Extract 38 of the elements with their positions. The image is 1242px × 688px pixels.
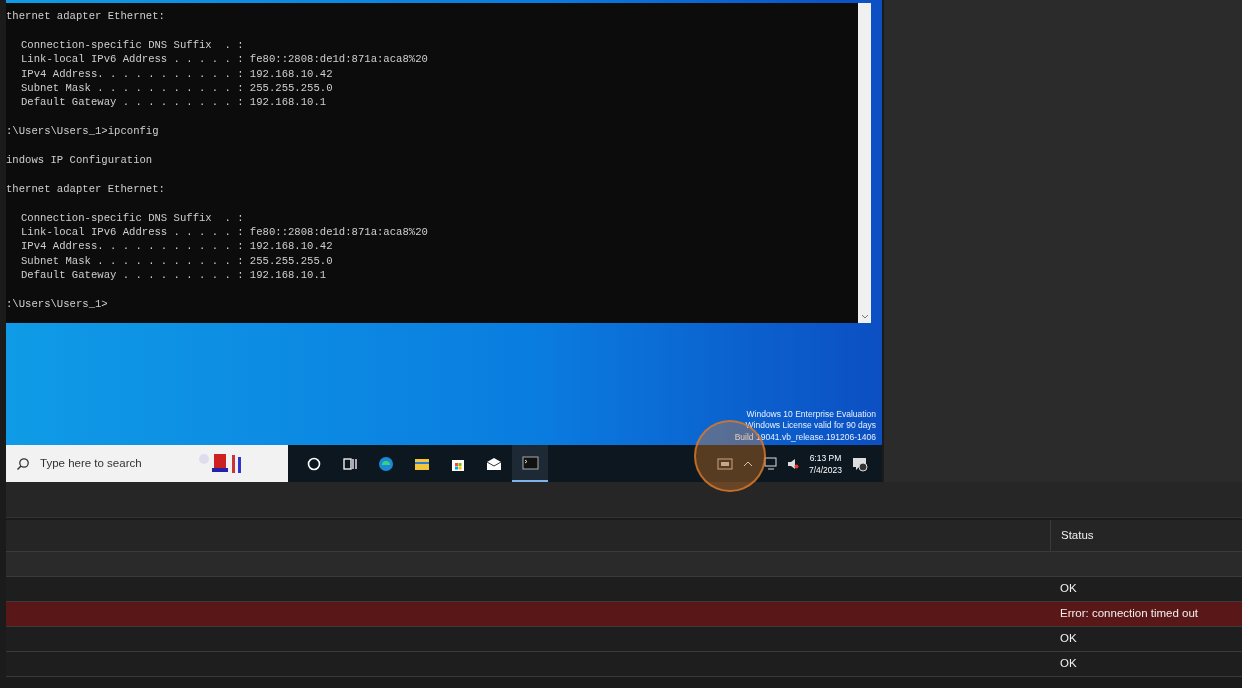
browser-icon bbox=[377, 455, 395, 472]
status-cell-text: OK bbox=[1059, 631, 1078, 647]
console-line: Default Gateway . . . . . . . . . : 192.168.10.1 bbox=[21, 95, 327, 110]
task-view-icon bbox=[341, 455, 359, 472]
network-icon[interactable] bbox=[762, 457, 777, 470]
console-line: :\Users\Users_1> bbox=[6, 297, 108, 312]
console-line: thernet adapter Ethernet: bbox=[6, 181, 165, 197]
circle-icon bbox=[305, 455, 323, 472]
watermark-text: Windows License valid for 90 days bbox=[745, 420, 876, 432]
watermark-text: Windows 10 Enterprise Evaluation bbox=[746, 408, 876, 420]
taskbar-app-button[interactable] bbox=[512, 445, 548, 482]
speaker-icon[interactable] bbox=[786, 457, 799, 470]
console-line: :\Users\Users_1>ipconfig bbox=[6, 124, 159, 139]
console-line: Subnet Mask . . . . . . . . . . . : 255.255.255.0 bbox=[21, 81, 333, 96]
status-cell-text: OK bbox=[1059, 581, 1078, 597]
console-line: Subnet Mask . . . . . . . . . . . : 255.255.255.0 bbox=[21, 253, 333, 269]
status-cell-text: OK bbox=[1059, 656, 1078, 672]
clock[interactable]: 6:13 PM 7/4/2023 bbox=[808, 451, 842, 476]
column-header: Status bbox=[1050, 520, 1242, 551]
chevron-up-icon[interactable] bbox=[742, 459, 753, 468]
console-line: indows IP Configuration bbox=[6, 153, 153, 168]
console-line: thernet adapter Ethernet: bbox=[6, 9, 165, 24]
notification-icon[interactable] bbox=[852, 455, 868, 472]
console-line: Link-local IPv6 Address . . . . . : fe80::2808:de1d:871a:aca8%20 bbox=[21, 52, 428, 67]
console-line: Default Gateway . . . . . . . . . : 192.168.10.1 bbox=[21, 268, 327, 283]
keyboard-icon[interactable] bbox=[716, 456, 733, 471]
console-line: Connection-specific DNS Suffix . : bbox=[21, 210, 244, 225]
scrollbar[interactable] bbox=[858, 3, 871, 323]
console-line: Connection-specific DNS Suffix . : bbox=[21, 37, 244, 53]
status-cell-text: Error: connection timed out bbox=[1059, 606, 1200, 622]
envelope-icon bbox=[485, 455, 503, 472]
console-line: Link-local IPv6 Address . . . . . : fe80::2808:de1d:871a:aca8%20 bbox=[21, 225, 428, 240]
terminal-icon bbox=[521, 454, 539, 471]
search-bar[interactable]: Type here to search bbox=[6, 445, 288, 482]
search-input[interactable]: Type here to search bbox=[38, 453, 188, 474]
search-icon bbox=[16, 456, 30, 471]
console-line: IPv4 Address. . . . . . . . . . . : 192.168.10.42 bbox=[21, 239, 333, 254]
console-line: IPv4 Address. . . . . . . . . . . : 192.168.10.42 bbox=[21, 66, 333, 81]
